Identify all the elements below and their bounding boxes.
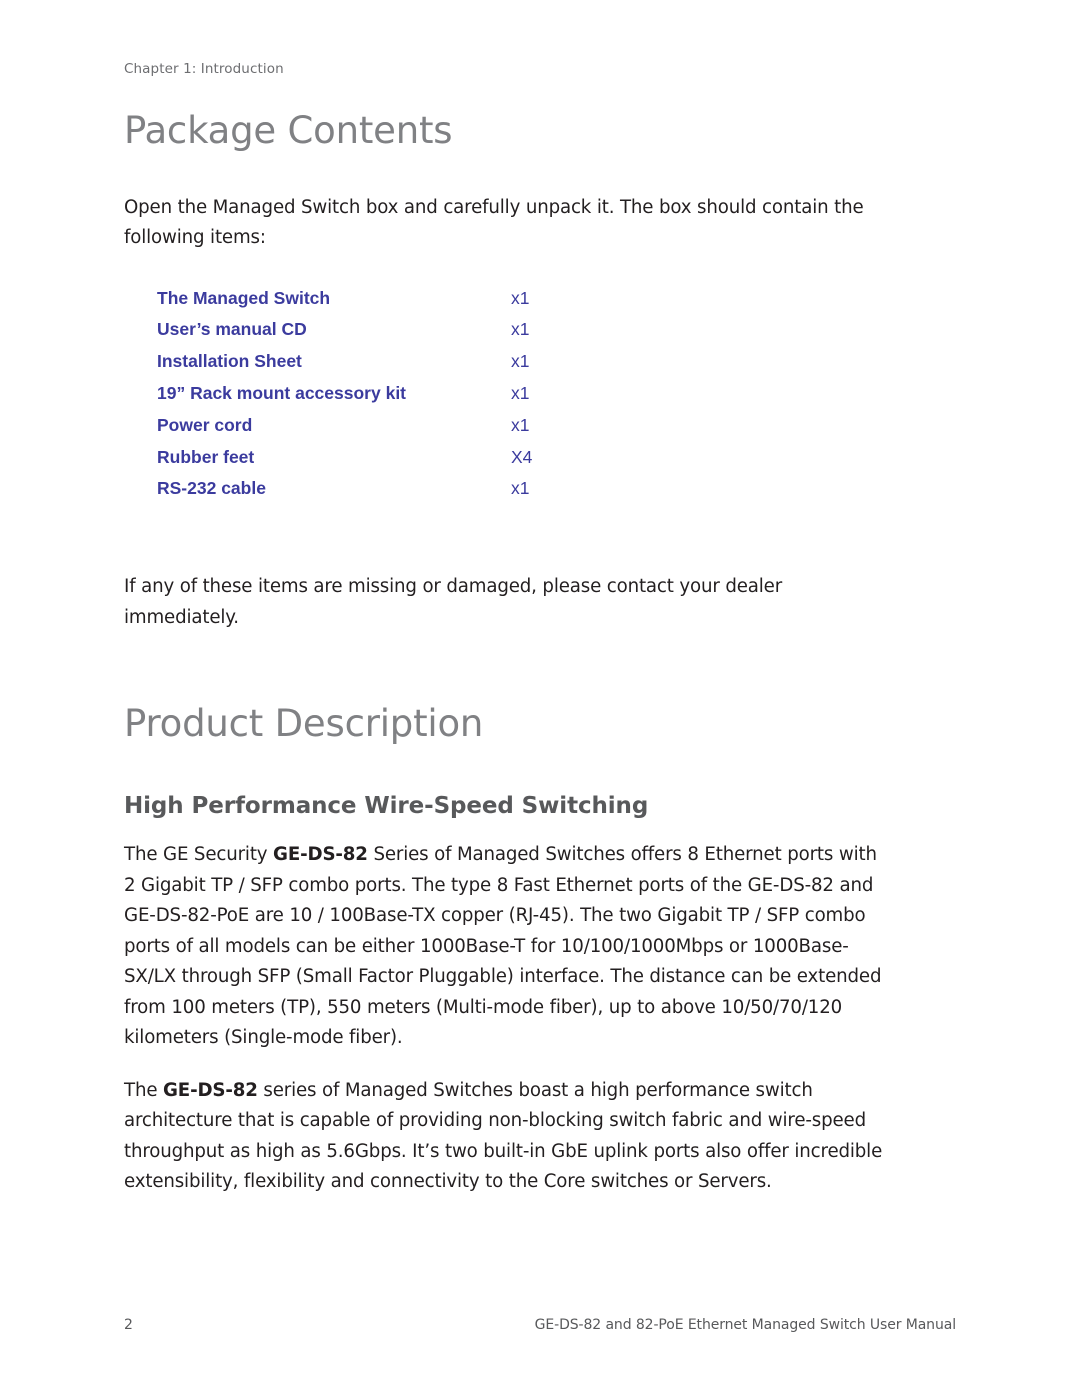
page-content: Package Contents Open the Managed Switch…: [124, 109, 892, 1198]
footer-page-number: 2: [124, 1317, 133, 1333]
package-item-name: Power cord: [157, 414, 253, 435]
product-description-paragraph-1: The GE Security GE-DS-82 Series of Manag…: [124, 840, 892, 1054]
package-contents-list: The Managed Switch x1 User’s manual CD x…: [124, 288, 892, 511]
list-item: Installation Sheet x1: [124, 351, 892, 383]
package-item-quantity: x1: [511, 382, 530, 403]
list-item: 19” Rack mount accessory kit x1: [124, 383, 892, 415]
paragraph-2-lead: The: [124, 1079, 164, 1101]
product-description-paragraph-2: The GE-DS-82 series of Managed Switches …: [124, 1076, 892, 1198]
page-footer: 2 GE-DS-82 and 82-PoE Ethernet Managed S…: [124, 1317, 956, 1337]
list-item: Rubber feet X4: [124, 447, 892, 479]
page-title-package-contents: Package Contents: [124, 109, 453, 152]
package-item-quantity: x1: [511, 478, 530, 499]
package-item-name: RS-232 cable: [157, 478, 266, 499]
package-item-quantity: x1: [511, 287, 530, 308]
package-contents-intro-paragraph: Open the Managed Switch box and carefull…: [124, 196, 864, 249]
paragraph-1-model-name: GE-DS-82: [273, 844, 368, 866]
package-item-quantity: x1: [511, 414, 530, 435]
paragraph-1-lead: The GE Security: [124, 844, 274, 866]
running-header: Chapter 1: Introduction: [124, 61, 284, 77]
package-item-quantity: X4: [511, 446, 533, 467]
package-contents-outro-paragraph: If any of these items are missing or dam…: [124, 576, 783, 628]
package-item-name: Rubber feet: [157, 446, 255, 467]
footer-manual-title: GE-DS-82 and 82-PoE Ethernet Managed Swi…: [534, 1317, 956, 1333]
list-item: RS-232 cable x1: [124, 478, 892, 510]
package-item-name: Installation Sheet: [157, 351, 302, 372]
paragraph-1-rest: Series of Managed Switches offers 8 Ethe…: [124, 844, 882, 1049]
list-item: Power cord x1: [124, 415, 892, 447]
package-item-quantity: x1: [511, 319, 530, 340]
list-item: The Managed Switch x1: [124, 288, 892, 320]
package-item-name: The Managed Switch: [157, 287, 331, 308]
paragraph-2-model-name: GE-DS-82: [163, 1079, 258, 1101]
package-item-quantity: x1: [511, 351, 530, 372]
package-item-name: User’s manual CD: [157, 319, 307, 340]
page-title-product-description: Product Description: [124, 702, 484, 746]
document-page: Chapter 1: Introduction Package Contents…: [0, 0, 1080, 1397]
package-item-name: 19” Rack mount accessory kit: [157, 382, 407, 403]
subsection-title-high-performance: High Performance Wire-Speed Switching: [124, 792, 649, 819]
list-item: User’s manual CD x1: [124, 319, 892, 351]
